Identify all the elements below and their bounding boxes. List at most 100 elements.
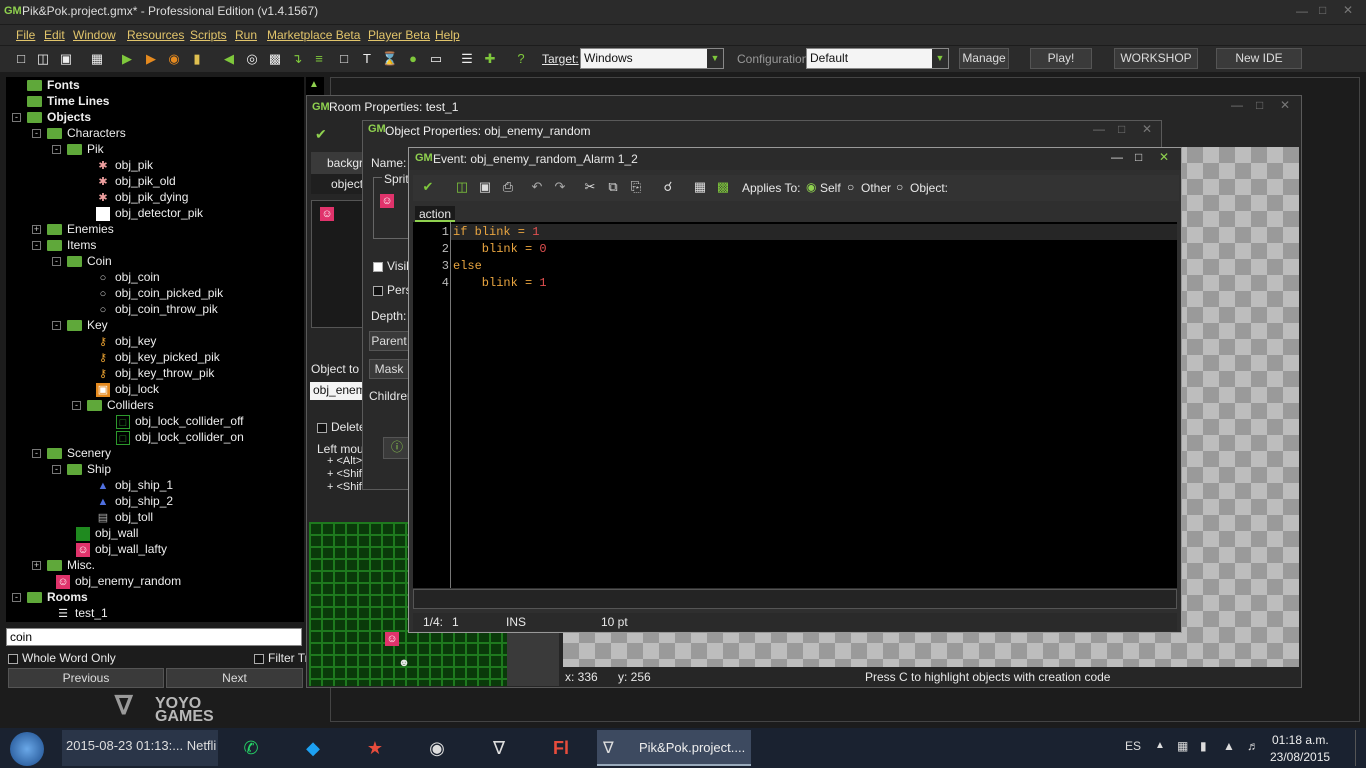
minimize-icon[interactable]: — bbox=[1231, 98, 1243, 112]
tree-item[interactable]: ▣ obj_lock bbox=[96, 381, 159, 397]
font-icon[interactable]: T bbox=[358, 50, 376, 68]
tree-item[interactable]: obj_detector_pik bbox=[96, 205, 203, 221]
minimize-icon[interactable]: — bbox=[1093, 122, 1105, 136]
object-radio[interactable]: ○ bbox=[896, 180, 903, 194]
save-icon[interactable]: ▣ bbox=[57, 50, 75, 68]
tree-item[interactable]: - Characters bbox=[32, 125, 126, 141]
configuration-select[interactable]: Default ▼ bbox=[806, 48, 949, 69]
other-radio[interactable]: ○ bbox=[847, 180, 854, 194]
menu-scripts[interactable]: Scripts bbox=[190, 28, 227, 42]
save-icon[interactable]: ▣ bbox=[476, 178, 494, 196]
expand-icon[interactable]: + bbox=[32, 561, 41, 571]
background-icon[interactable]: ▩ bbox=[266, 50, 284, 68]
code-line[interactable]: blink = 1 bbox=[453, 276, 547, 290]
twitter-icon[interactable]: ◆ bbox=[291, 731, 335, 765]
paste-icon[interactable]: ⎘ bbox=[627, 178, 645, 196]
shader-icon[interactable]: □ bbox=[335, 50, 353, 68]
run-icon[interactable]: ▶ bbox=[118, 50, 136, 68]
clock-time[interactable]: 01:18 a.m. bbox=[1272, 733, 1329, 747]
manage-button[interactable]: Manage bbox=[959, 48, 1009, 69]
whole-word-checkbox[interactable] bbox=[8, 653, 18, 664]
start-button[interactable] bbox=[10, 732, 44, 766]
tree-item[interactable]: - Scenery bbox=[32, 445, 111, 461]
search-icon[interactable]: ☌ bbox=[659, 178, 677, 196]
previous-button[interactable]: Previous bbox=[8, 668, 164, 688]
tree-item[interactable]: ☺ obj_wall_lafty bbox=[76, 541, 167, 557]
close-icon[interactable]: ✕ bbox=[1159, 150, 1169, 164]
language-indicator[interactable]: ES bbox=[1125, 739, 1141, 753]
sprite-icon[interactable]: ◀ bbox=[220, 50, 238, 68]
collapse-icon[interactable]: - bbox=[52, 257, 61, 267]
collapse-icon[interactable]: - bbox=[52, 465, 61, 475]
tree-item[interactable]: □ obj_lock_collider_off bbox=[116, 413, 244, 429]
taskbar-gamemaker[interactable]: ∇ Pik&Pok.project.... bbox=[597, 730, 751, 766]
tray-expand-icon[interactable]: ▲ bbox=[1155, 740, 1165, 751]
debug-icon[interactable]: ▶ bbox=[142, 50, 160, 68]
event-hscroll[interactable] bbox=[413, 589, 1177, 609]
tree-item[interactable]: ○ obj_coin_throw_pik bbox=[96, 301, 218, 317]
next-button[interactable]: Next bbox=[166, 668, 303, 688]
expand-icon[interactable]: + bbox=[32, 225, 41, 235]
print-icon[interactable]: ⎙ bbox=[499, 178, 517, 196]
maximize-icon[interactable]: □ bbox=[1135, 150, 1142, 164]
tree-item[interactable]: obj_wall bbox=[76, 525, 138, 541]
clean-icon[interactable]: ▮ bbox=[188, 50, 206, 68]
tree-item[interactable]: - Objects bbox=[12, 109, 91, 125]
collapse-icon[interactable]: - bbox=[72, 401, 81, 411]
whole-word-option[interactable]: Whole Word Only bbox=[8, 651, 116, 665]
signal-icon[interactable]: ▲ bbox=[1223, 739, 1235, 753]
tree-item[interactable]: ⚷ obj_key_picked_pik bbox=[96, 349, 220, 365]
object-icon[interactable]: ● bbox=[404, 50, 422, 68]
redo-icon[interactable]: ↷ bbox=[551, 178, 569, 196]
collapse-icon[interactable]: - bbox=[32, 129, 41, 139]
tree-item[interactable]: - Key bbox=[52, 317, 108, 333]
gamemaker-taskbar-icon[interactable]: ∇ bbox=[477, 731, 521, 765]
tree-item[interactable]: ☺ obj_enemy_random bbox=[56, 573, 181, 589]
object-to-add-field[interactable]: obj_enemy bbox=[310, 382, 364, 400]
search-input[interactable]: coin bbox=[6, 628, 302, 646]
new-ide-button[interactable]: New IDE bbox=[1216, 48, 1302, 69]
code-editor[interactable]: 1 if blink = 1 2 blink = 0 3 else 4 blink = 1 bbox=[413, 222, 1177, 588]
code-line[interactable]: blink = 0 bbox=[453, 242, 547, 256]
persistent-option[interactable]: Pers bbox=[373, 283, 412, 297]
profile-icon[interactable]: ◉ bbox=[165, 50, 183, 68]
workshop-button[interactable]: WORKSHOP bbox=[1114, 48, 1198, 69]
tree-item[interactable]: Fonts bbox=[12, 77, 80, 93]
export-icon[interactable]: ▦ bbox=[88, 50, 106, 68]
cut-icon[interactable]: ✂ bbox=[581, 178, 599, 196]
play-button[interactable]: Play! bbox=[1030, 48, 1092, 69]
tree-item[interactable]: ☰ test_1 bbox=[56, 605, 108, 621]
resource-tree[interactable]: Fonts Time Lines - Objects - Characters - Pik ✱ o… bbox=[6, 77, 304, 622]
new-file-icon[interactable]: □ bbox=[12, 50, 30, 68]
export-icon[interactable]: ▩ bbox=[714, 178, 732, 196]
close-icon[interactable]: ✕ bbox=[1280, 98, 1290, 112]
bird-app-icon[interactable]: ◉ bbox=[415, 731, 459, 765]
tree-item[interactable]: ✱ obj_pik_dying bbox=[96, 189, 188, 205]
sound-icon[interactable]: ◎ bbox=[243, 50, 261, 68]
bookmark-icon[interactable]: ★ bbox=[353, 731, 397, 765]
ok-check-icon[interactable]: ✔ bbox=[419, 178, 437, 196]
code-line[interactable]: else bbox=[453, 259, 482, 273]
script-icon[interactable]: ≡ bbox=[310, 50, 328, 68]
menu-help[interactable]: Help bbox=[435, 28, 460, 42]
menu-resources[interactable]: Resources bbox=[127, 28, 184, 42]
collapse-icon[interactable]: - bbox=[32, 449, 41, 459]
close-icon[interactable]: ✕ bbox=[1142, 122, 1152, 136]
menu-window[interactable]: Window bbox=[73, 28, 116, 42]
tree-item[interactable]: ⚷ obj_key bbox=[96, 333, 156, 349]
tree-item[interactable]: ▲ obj_ship_1 bbox=[96, 477, 174, 493]
filter-option[interactable]: Filter Tr bbox=[254, 651, 309, 665]
tab-backgrounds[interactable]: backgr bbox=[311, 152, 365, 174]
menu-edit[interactable]: Edit bbox=[44, 28, 65, 42]
insert-icon[interactable]: ▦ bbox=[691, 178, 709, 196]
menu-player[interactable]: Player Beta bbox=[368, 28, 430, 42]
tree-item[interactable]: - Coin bbox=[52, 253, 112, 269]
collapse-icon[interactable]: - bbox=[52, 321, 61, 331]
tab-action[interactable]: action bbox=[415, 206, 455, 222]
path-icon[interactable]: ↴ bbox=[288, 50, 306, 68]
clock-date[interactable]: 23/08/2015 bbox=[1270, 750, 1330, 764]
maximize-icon[interactable]: □ bbox=[1118, 122, 1125, 136]
battery-icon[interactable]: ▮ bbox=[1200, 739, 1207, 753]
open-file-icon[interactable]: ◫ bbox=[34, 50, 52, 68]
tree-item[interactable]: Time Lines bbox=[12, 93, 109, 109]
